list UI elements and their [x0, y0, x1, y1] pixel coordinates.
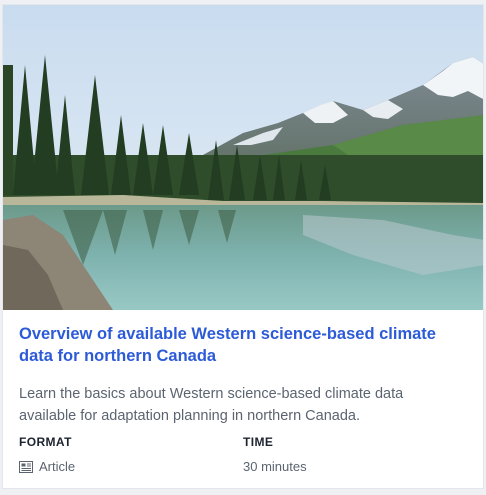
- time-label: TIME: [243, 435, 274, 449]
- card-body: Overview of available Western science-ba…: [19, 323, 459, 427]
- time-section: TIME 30 minutes: [243, 435, 307, 474]
- format-label: FORMAT: [19, 435, 72, 449]
- card-description: Learn the basics about Western science-b…: [19, 386, 404, 424]
- time-value: 30 minutes: [243, 459, 307, 474]
- format-value: Article: [39, 459, 76, 474]
- landscape-illustration: [3, 5, 483, 310]
- article-icon: [19, 460, 33, 473]
- format-section: FORMAT Article: [19, 435, 75, 474]
- card-image[interactable]: [3, 5, 483, 310]
- card-title-link[interactable]: Overview of available Western science-ba…: [19, 323, 459, 367]
- resource-card[interactable]: Overview of available Western science-ba…: [2, 4, 484, 489]
- format-value-row: Article: [19, 459, 75, 474]
